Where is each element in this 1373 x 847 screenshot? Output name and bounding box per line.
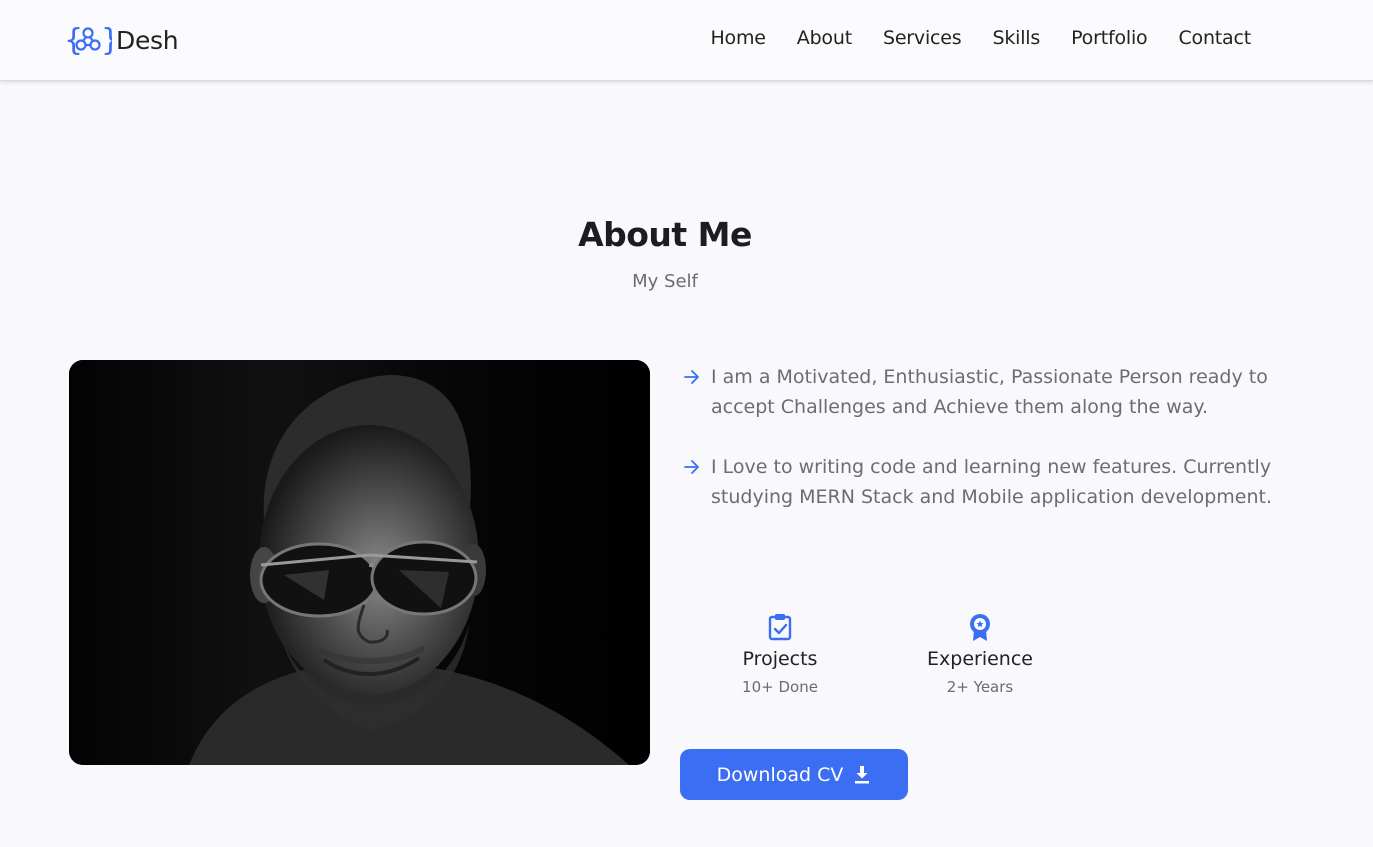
profile-photo-image [69,360,650,765]
about-points: I am a Motivated, Enthusiastic, Passiona… [683,362,1273,542]
stat-title: Experience [927,648,1033,670]
about-point: I am a Motivated, Enthusiastic, Passiona… [683,362,1273,422]
logo[interactable]: { } Desh [64,22,179,58]
stat-value: 2+ Years [946,678,1014,696]
stat-value: 10+ Done [742,678,818,696]
section-subtitle: My Self [632,271,698,292]
nav-home[interactable]: Home [710,27,766,49]
site-header: { } Desh Home About Services Skills Port… [0,0,1373,81]
stat-experience: Experience 2+ Years [910,612,1050,696]
stat-projects: Projects 10+ Done [710,612,850,696]
stat-title: Projects [742,648,818,670]
clipboard-check-icon [768,614,792,641]
section-title: About Me [578,215,752,254]
download-icon [855,765,870,783]
brand-name: Desh [116,25,179,55]
award-badge-icon [970,614,990,641]
arrow-right-icon [684,370,699,384]
nav-services[interactable]: Services [883,27,962,49]
svg-text:}: } [101,23,112,58]
arrow-right-icon [684,460,699,474]
download-cv-label: Download CV [716,763,844,786]
nav-about[interactable]: About [797,27,852,49]
about-point: I Love to writing code and learning new … [683,452,1273,512]
about-point-text: I am a Motivated, Enthusiastic, Passiona… [711,366,1268,418]
nav-contact[interactable]: Contact [1178,27,1251,49]
download-cv-button[interactable]: Download CV [680,749,908,800]
nav-skills[interactable]: Skills [992,27,1040,49]
nav-portfolio[interactable]: Portfolio [1071,27,1148,49]
about-point-text: I Love to writing code and learning new … [711,456,1272,508]
profile-photo [69,360,650,765]
code-bracket-network-icon: { } [64,23,112,58]
main-nav: Home About Services Skills Portfolio Con… [710,27,1251,49]
